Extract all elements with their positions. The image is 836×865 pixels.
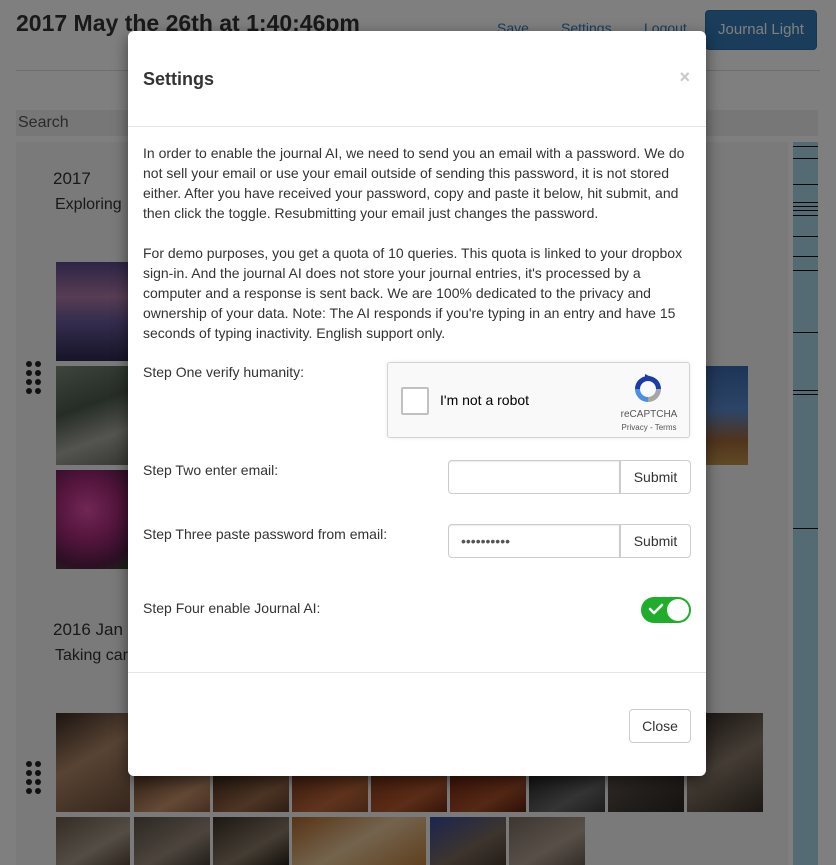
step-two-label: Step Two enter email: xyxy=(143,462,279,478)
modal-footer: Close xyxy=(128,672,706,776)
step-one-label: Step One verify humanity: xyxy=(143,364,305,380)
recaptcha-checkbox[interactable] xyxy=(401,387,429,415)
recaptcha-terms-link[interactable]: Privacy - Terms xyxy=(614,423,684,432)
settings-modal: Settings × In order to enable the journa… xyxy=(128,31,706,776)
recaptcha-widget: I'm not a robot reCAPTCHA Privacy - Term… xyxy=(387,362,690,438)
email-info-paragraph: In order to enable the journal AI, we ne… xyxy=(143,145,685,221)
modal-body: In order to enable the journal AI, we ne… xyxy=(143,143,691,343)
quota-info-paragraph: For demo purposes, you get a quota of 10… xyxy=(143,245,683,341)
toggle-knob xyxy=(667,599,689,621)
step-three-label: Step Three paste password from email: xyxy=(143,526,388,542)
password-submit-button[interactable]: Submit xyxy=(620,524,691,558)
password-field[interactable] xyxy=(448,524,620,558)
email-field[interactable] xyxy=(448,460,620,494)
recaptcha-label: I'm not a robot xyxy=(440,392,530,408)
modal-header: Settings × xyxy=(128,31,706,127)
close-icon[interactable]: × xyxy=(679,67,690,88)
recaptcha-brand: reCAPTCHA xyxy=(620,409,678,420)
checkmark-icon xyxy=(648,603,664,615)
close-button[interactable]: Close xyxy=(629,709,691,743)
modal-title: Settings xyxy=(143,69,215,89)
email-submit-button[interactable]: Submit xyxy=(620,460,691,494)
step-four-label: Step Four enable Journal AI: xyxy=(143,600,321,616)
journal-ai-toggle[interactable] xyxy=(641,597,691,623)
recaptcha-logo-icon xyxy=(635,374,661,402)
